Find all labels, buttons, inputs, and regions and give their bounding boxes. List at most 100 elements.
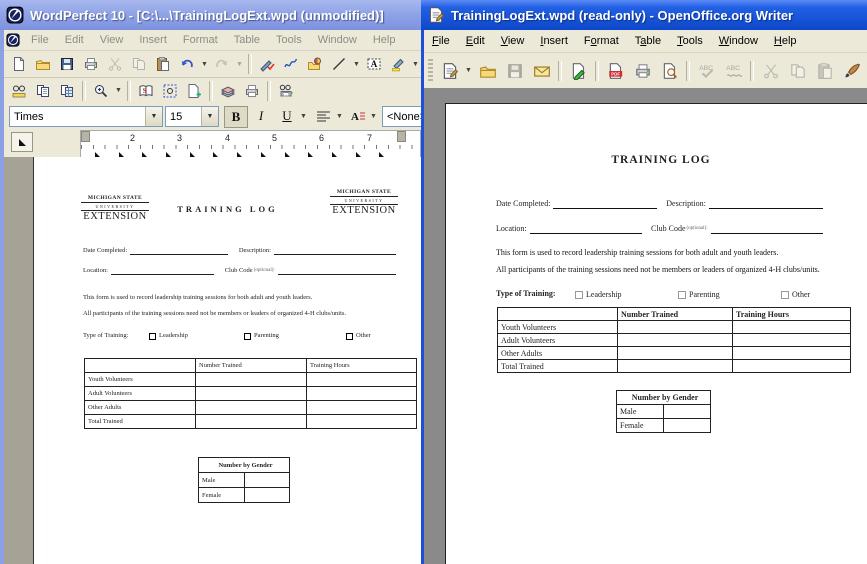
wp-document-menu-icon[interactable]: [5, 33, 21, 47]
tab-set-button[interactable]: [11, 132, 33, 152]
horizontal-ruler[interactable]: 1 2 3 4 5 6 7: [80, 130, 421, 151]
justification-button[interactable]: [312, 106, 334, 126]
table-cell-empty: [733, 347, 851, 360]
format-paintbrush-icon[interactable]: [838, 58, 865, 84]
column-header: Training Hours: [733, 308, 851, 321]
club-code-label: Club Code: [225, 267, 253, 275]
page-view-glasses-icon[interactable]: [7, 80, 31, 102]
menu-window[interactable]: Window: [310, 32, 365, 48]
zoom-dropdown-icon[interactable]: ▼: [113, 80, 124, 102]
menu-insert[interactable]: Insert: [532, 33, 576, 49]
paste-icon[interactable]: [151, 53, 175, 75]
new-document-icon[interactable]: [436, 58, 463, 84]
new-document-dropdown-icon[interactable]: ▼: [463, 60, 474, 82]
menu-view[interactable]: View: [493, 33, 533, 49]
row-header: Male: [617, 405, 664, 419]
styles-dropdown-icon[interactable]: ▼: [368, 106, 379, 126]
draw-line-icon[interactable]: [327, 53, 351, 75]
paragraph: All participants of the training session…: [496, 265, 820, 275]
underline-button[interactable]: U: [276, 106, 298, 126]
toolbar-grip-handle[interactable]: [428, 59, 433, 83]
styles-button[interactable]: A: [347, 106, 369, 126]
clipart-icon[interactable]: [303, 53, 327, 75]
zoom-icon[interactable]: [89, 80, 113, 102]
wp-document-page[interactable]: MICHIGAN STATE UNIVERSITY EXTENSION TRAI…: [33, 157, 421, 564]
menu-table[interactable]: Table: [226, 32, 268, 48]
open-folder-icon[interactable]: [31, 53, 55, 75]
print-document-icon[interactable]: [240, 80, 264, 102]
save-icon[interactable]: [55, 53, 79, 75]
draw-line-dropdown-icon[interactable]: ▼: [351, 53, 362, 75]
highlight-dropdown-icon[interactable]: ▼: [410, 53, 421, 75]
print-icon[interactable]: [79, 53, 103, 75]
email-icon[interactable]: [528, 58, 555, 84]
checkbox-option-parenting[interactable]: Parenting: [244, 332, 279, 340]
openoffice-writer-app-icon[interactable]: [427, 6, 445, 24]
open-folder-icon[interactable]: [474, 58, 501, 84]
copy-pages-icon[interactable]: [31, 80, 55, 102]
quickformat-icon[interactable]: [255, 53, 279, 75]
chevron-down-icon[interactable]: ▼: [145, 107, 162, 126]
menu-format[interactable]: Format: [576, 33, 627, 49]
underline-dropdown-icon[interactable]: ▼: [298, 106, 309, 126]
toolbar-separator: [248, 54, 252, 74]
bold-button[interactable]: B: [224, 106, 248, 128]
font-name-combobox[interactable]: Times ▼: [9, 106, 163, 127]
menu-file[interactable]: File: [23, 32, 57, 48]
oo-titlebar[interactable]: TrainingLogExt.wpd (read-only) - OpenOff…: [421, 0, 867, 30]
menu-edit[interactable]: Edit: [458, 33, 493, 49]
field-underline: [130, 247, 228, 255]
page-preview-icon[interactable]: [656, 58, 683, 84]
oo-menubar: File Edit View Insert Format Table Tools…: [424, 30, 867, 53]
spell-book-icon[interactable]: [134, 80, 158, 102]
redo-dropdown-icon: ▼: [234, 53, 245, 75]
menu-view[interactable]: View: [92, 32, 132, 48]
font-size-combobox[interactable]: 15 ▼: [165, 106, 219, 127]
wordperfect-app-icon[interactable]: [6, 6, 24, 24]
style-combobox[interactable]: <None>: [382, 106, 421, 127]
new-document-icon[interactable]: [7, 53, 31, 75]
highlight-icon[interactable]: [386, 53, 410, 75]
wordperfect-window: WordPerfect 10 - [C:\...\TrainingLogExt.…: [0, 0, 421, 564]
redo-icon: [210, 53, 234, 75]
chevron-down-icon[interactable]: ▼: [201, 107, 218, 126]
checkbox-option-parenting[interactable]: Parenting: [678, 290, 720, 300]
checkbox-option-other[interactable]: Other: [781, 290, 810, 300]
menu-tools[interactable]: Tools: [669, 33, 711, 49]
undo-dropdown-icon[interactable]: ▼: [199, 53, 210, 75]
print-preview-glasses-icon[interactable]: [274, 80, 298, 102]
menu-tools[interactable]: Tools: [268, 32, 310, 48]
oo-document-page[interactable]: TRAINING LOG Date Completed: Description…: [445, 103, 867, 564]
draw-scribble-icon[interactable]: [279, 53, 303, 75]
left-margin-handle[interactable]: [81, 131, 90, 142]
undo-icon[interactable]: [175, 53, 199, 75]
wp-main-toolbar: ▼ ▼ ▼ ▼: [4, 51, 421, 78]
italic-button[interactable]: I: [250, 106, 272, 126]
checkbox-option-leadership[interactable]: Leadership: [575, 290, 622, 300]
fit-page-icon[interactable]: [158, 80, 182, 102]
menu-window[interactable]: Window: [711, 33, 766, 49]
book-stack-icon[interactable]: [216, 80, 240, 102]
table-row: Adult Volunteers: [85, 387, 417, 401]
menu-edit[interactable]: Edit: [57, 32, 92, 48]
new-view-page-icon[interactable]: [182, 80, 206, 102]
menu-file[interactable]: File: [424, 33, 458, 49]
wp-titlebar[interactable]: WordPerfect 10 - [C:\...\TrainingLogExt.…: [0, 0, 421, 30]
menu-insert[interactable]: Insert: [131, 32, 175, 48]
menu-format[interactable]: Format: [175, 32, 226, 48]
row-header: Female: [617, 419, 664, 433]
menu-help[interactable]: Help: [766, 33, 805, 49]
checkbox-option-other[interactable]: Other: [346, 332, 371, 340]
text-box-icon[interactable]: [362, 53, 386, 75]
print-icon[interactable]: [629, 58, 656, 84]
menu-help[interactable]: Help: [365, 32, 404, 48]
openoffice-writer-window: TrainingLogExt.wpd (read-only) - OpenOff…: [421, 0, 867, 564]
oo-document-workspace: TRAINING LOG Date Completed: Description…: [424, 88, 867, 564]
export-pdf-icon[interactable]: [602, 58, 629, 84]
checkbox-option-leadership[interactable]: Leadership: [149, 332, 188, 340]
justification-dropdown-icon[interactable]: ▼: [334, 106, 345, 126]
edit-file-icon[interactable]: [565, 58, 592, 84]
page-columns-icon[interactable]: [55, 80, 79, 102]
menu-table[interactable]: Table: [627, 33, 669, 49]
right-margin-handle[interactable]: [397, 131, 406, 142]
